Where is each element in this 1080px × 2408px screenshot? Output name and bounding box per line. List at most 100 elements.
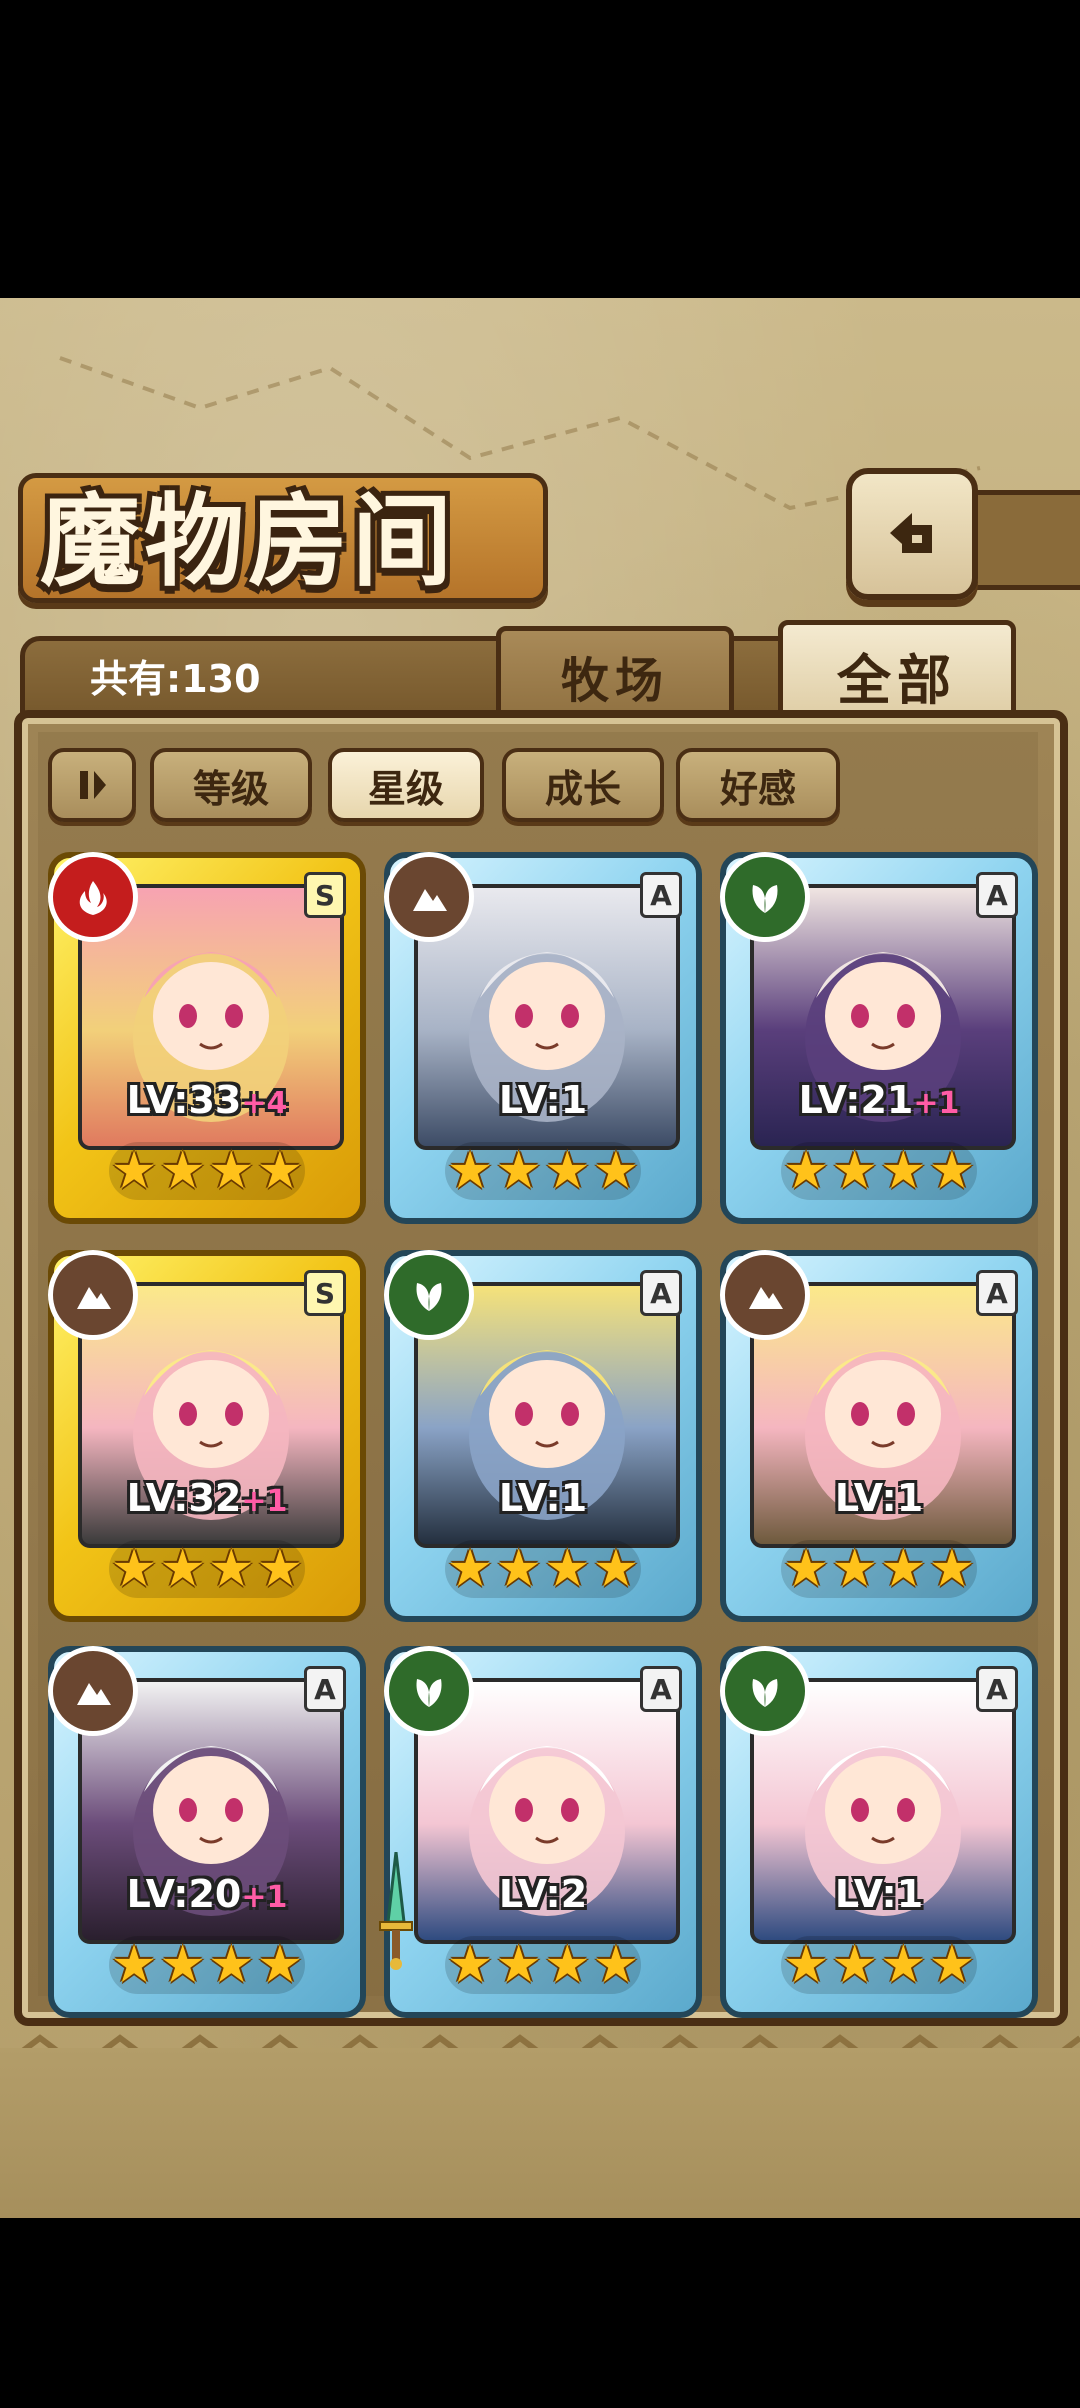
total-count: 共有:130 — [90, 657, 261, 701]
monster-card[interactable]: S LV:33+4 ★ ★ ★ ★ — [48, 852, 366, 1224]
level-text: LV:32 — [126, 1476, 242, 1520]
rank-badge: S — [304, 1270, 346, 1316]
wood-element-icon — [384, 1250, 474, 1340]
page-title: 魔物房间 — [40, 482, 456, 600]
return-icon — [890, 513, 932, 553]
rank-badge: A — [640, 1270, 682, 1316]
star-rating: ★ ★ ★ ★ — [781, 1936, 977, 1994]
star-icon: ★ — [256, 1141, 304, 1201]
star-icon: ★ — [159, 1935, 206, 1995]
star-icon: ★ — [831, 1935, 878, 1995]
star-icon: ★ — [544, 1935, 591, 1995]
rank-badge: A — [976, 1666, 1018, 1712]
sort-level-button[interactable]: 等级 — [150, 748, 312, 822]
monster-card[interactable]: A LV:1 ★ ★ ★ ★ — [720, 1646, 1038, 2018]
sort-affection-button[interactable]: 好感 — [676, 748, 840, 822]
monster-card[interactable]: A LV:2 ★ ★ ★ ★ — [379, 1646, 702, 2018]
star-icon: ★ — [256, 1935, 304, 1995]
star-icon: ★ — [159, 1141, 206, 1201]
star-rating: ★ ★ ★ ★ — [445, 1936, 641, 1994]
rank-badge: A — [976, 1270, 1018, 1316]
star-icon: ★ — [831, 1539, 878, 1599]
level-text: LV:1 — [498, 1078, 588, 1122]
earth-element-icon — [384, 852, 474, 942]
level-text: LV:33 — [126, 1078, 242, 1122]
sort-toggle-button[interactable] — [48, 748, 136, 822]
level-text: LV:1 — [834, 1872, 924, 1916]
back-button[interactable] — [846, 468, 978, 600]
rank-badge: A — [640, 1666, 682, 1712]
star-icon: ★ — [880, 1539, 927, 1599]
back-bar — [966, 490, 1080, 590]
star-rating: ★ ★ ★ ★ — [109, 1936, 305, 1994]
monster-card[interactable]: A LV:1 ★ ★ ★ ★ — [720, 1250, 1038, 1622]
star-icon: ★ — [110, 1141, 158, 1201]
star-icon: ★ — [208, 1539, 255, 1599]
star-icon: ★ — [592, 1141, 640, 1201]
earth-element-icon — [48, 1250, 138, 1340]
monster-level: LV:2 — [390, 1872, 696, 1916]
wood-element-icon — [720, 1646, 810, 1736]
monster-level: LV:33+4 — [54, 1078, 360, 1122]
monster-level: LV:1 — [390, 1078, 696, 1122]
earth-element-icon — [720, 1250, 810, 1340]
monster-level: LV:1 — [390, 1476, 696, 1520]
star-icon: ★ — [782, 1141, 830, 1201]
star-icon: ★ — [928, 1141, 976, 1201]
pause-icon — [80, 771, 106, 799]
level-text: LV:1 — [834, 1476, 924, 1520]
star-icon: ★ — [110, 1539, 158, 1599]
star-icon: ★ — [495, 1935, 542, 1995]
star-icon: ★ — [782, 1539, 830, 1599]
earth-element-icon — [48, 1646, 138, 1736]
star-rating: ★ ★ ★ ★ — [445, 1142, 641, 1200]
star-icon: ★ — [592, 1539, 640, 1599]
level-bonus: +1 — [913, 1086, 960, 1121]
star-icon: ★ — [208, 1141, 255, 1201]
rank-badge: A — [976, 872, 1018, 918]
star-icon: ★ — [544, 1539, 591, 1599]
level-bonus: +4 — [241, 1086, 288, 1121]
wood-element-icon — [384, 1646, 474, 1736]
star-icon: ★ — [256, 1539, 304, 1599]
sword-icon — [376, 1851, 416, 1972]
star-icon: ★ — [592, 1935, 640, 1995]
monster-card[interactable]: A LV:20+1 ★ ★ ★ ★ — [48, 1646, 366, 2018]
star-icon: ★ — [928, 1539, 976, 1599]
star-rating: ★ ★ ★ ★ — [109, 1540, 305, 1598]
level-text: LV:21 — [798, 1078, 914, 1122]
star-rating: ★ ★ ★ ★ — [445, 1540, 641, 1598]
star-icon: ★ — [208, 1935, 255, 1995]
monster-card[interactable]: A LV:21+1 ★ ★ ★ ★ — [720, 852, 1038, 1224]
star-icon: ★ — [544, 1141, 591, 1201]
monster-level: LV:32+1 — [54, 1476, 360, 1520]
level-text: LV:20 — [126, 1872, 242, 1916]
rank-badge: A — [304, 1666, 346, 1712]
sort-growth-button[interactable]: 成长 — [502, 748, 664, 822]
star-icon: ★ — [782, 1935, 830, 1995]
monster-level: LV:1 — [726, 1872, 1032, 1916]
level-bonus: +1 — [241, 1880, 288, 1915]
rank-badge: S — [304, 872, 346, 918]
star-icon: ★ — [495, 1141, 542, 1201]
rank-badge: A — [640, 872, 682, 918]
star-rating: ★ ★ ★ ★ — [781, 1142, 977, 1200]
star-icon: ★ — [446, 1935, 494, 1995]
monster-level: LV:20+1 — [54, 1872, 360, 1916]
monster-card[interactable]: S LV:32+1 ★ ★ ★ ★ — [48, 1250, 366, 1622]
level-text: LV:1 — [498, 1476, 588, 1520]
star-icon: ★ — [446, 1539, 494, 1599]
monster-card[interactable]: A LV:1 ★ ★ ★ ★ — [384, 852, 702, 1224]
fire-element-icon — [48, 852, 138, 942]
monster-level: LV:21+1 — [726, 1078, 1032, 1122]
monster-level: LV:1 — [726, 1476, 1032, 1520]
level-bonus: +1 — [241, 1484, 288, 1519]
star-icon: ★ — [110, 1935, 158, 1995]
star-icon: ★ — [159, 1539, 206, 1599]
sort-star-button[interactable]: 星级 — [328, 748, 484, 822]
monster-card[interactable]: A LV:1 ★ ★ ★ ★ — [384, 1250, 702, 1622]
star-icon: ★ — [880, 1935, 927, 1995]
star-icon: ★ — [880, 1141, 927, 1201]
star-icon: ★ — [831, 1141, 878, 1201]
star-rating: ★ ★ ★ ★ — [781, 1540, 977, 1598]
